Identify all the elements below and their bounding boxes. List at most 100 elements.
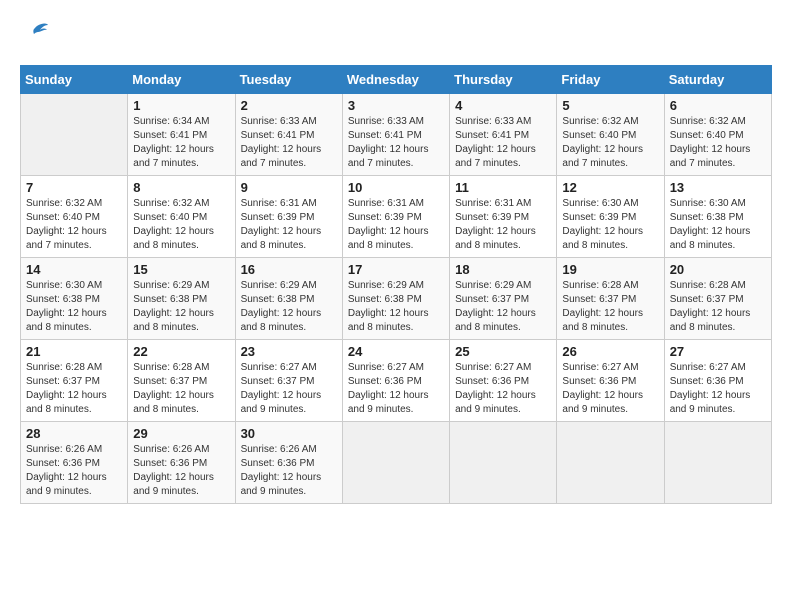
day-number: 30 bbox=[241, 426, 337, 441]
calendar-cell bbox=[557, 422, 664, 504]
calendar-week-row: 1 Sunrise: 6:34 AM Sunset: 6:41 PM Daylig… bbox=[21, 94, 772, 176]
calendar-cell: 18Sunrise: 6:29 AM Sunset: 6:37 PM Dayli… bbox=[450, 258, 557, 340]
day-number: 2 bbox=[241, 98, 337, 113]
day-number: 21 bbox=[26, 344, 122, 359]
calendar-table: SundayMondayTuesdayWednesdayThursdayFrid… bbox=[20, 65, 772, 504]
calendar-cell: 2 Sunrise: 6:33 AM Sunset: 6:41 PM Daylig… bbox=[235, 94, 342, 176]
day-number: 29 bbox=[133, 426, 229, 441]
day-info: Sunrise: 6:31 AM Sunset: 6:39 PM Dayligh… bbox=[348, 197, 444, 253]
calendar-week-row: 28 Sunrise: 6:26 AM Sunset: 6:36 PM Dayli… bbox=[21, 422, 772, 504]
day-number: 6 bbox=[670, 98, 766, 113]
day-number: 15 bbox=[133, 262, 229, 277]
calendar-cell: 19 Sunrise: 6:28 AM Sunset: 6:37 PM Dayli… bbox=[557, 258, 664, 340]
day-number: 23 bbox=[241, 344, 337, 359]
calendar-cell: 29Sunrise: 6:26 AM Sunset: 6:36 PM Dayli… bbox=[128, 422, 235, 504]
day-number: 1 bbox=[133, 98, 229, 113]
calendar-week-row: 7Sunrise: 6:32 AM Sunset: 6:40 PM Daylig… bbox=[21, 176, 772, 258]
day-info: Sunrise: 6:27 AM Sunset: 6:36 PM Dayligh… bbox=[670, 361, 766, 417]
day-info: Sunrise: 6:31 AM Sunset: 6:39 PM Dayligh… bbox=[455, 197, 551, 253]
calendar-cell: 17Sunrise: 6:29 AM Sunset: 6:38 PM Dayli… bbox=[342, 258, 449, 340]
day-info: Sunrise: 6:34 AM Sunset: 6:41 PM Dayligh… bbox=[133, 115, 229, 171]
day-info: Sunrise: 6:29 AM Sunset: 6:38 PM Dayligh… bbox=[348, 279, 444, 335]
day-number: 19 bbox=[562, 262, 658, 277]
day-info: Sunrise: 6:32 AM Sunset: 6:40 PM Dayligh… bbox=[670, 115, 766, 171]
day-info: Sunrise: 6:30 AM Sunset: 6:39 PM Dayligh… bbox=[562, 197, 658, 253]
day-info: Sunrise: 6:32 AM Sunset: 6:40 PM Dayligh… bbox=[26, 197, 122, 253]
calendar-cell: 21 Sunrise: 6:28 AM Sunset: 6:37 PM Dayli… bbox=[21, 340, 128, 422]
day-info: Sunrise: 6:33 AM Sunset: 6:41 PM Dayligh… bbox=[241, 115, 337, 171]
calendar-cell: 6 Sunrise: 6:32 AM Sunset: 6:40 PM Daylig… bbox=[664, 94, 771, 176]
day-info: Sunrise: 6:28 AM Sunset: 6:37 PM Dayligh… bbox=[26, 361, 122, 417]
page-header bbox=[20, 20, 772, 55]
day-info: Sunrise: 6:27 AM Sunset: 6:36 PM Dayligh… bbox=[348, 361, 444, 417]
calendar-cell: 22 Sunrise: 6:28 AM Sunset: 6:37 PM Dayli… bbox=[128, 340, 235, 422]
calendar-cell: 8 Sunrise: 6:32 AM Sunset: 6:40 PM Daylig… bbox=[128, 176, 235, 258]
calendar-cell: 9 Sunrise: 6:31 AM Sunset: 6:39 PM Daylig… bbox=[235, 176, 342, 258]
day-info: Sunrise: 6:31 AM Sunset: 6:39 PM Dayligh… bbox=[241, 197, 337, 253]
calendar-cell: 26Sunrise: 6:27 AM Sunset: 6:36 PM Dayli… bbox=[557, 340, 664, 422]
day-info: Sunrise: 6:26 AM Sunset: 6:36 PM Dayligh… bbox=[26, 443, 122, 499]
calendar-cell: 25 Sunrise: 6:27 AM Sunset: 6:36 PM Dayli… bbox=[450, 340, 557, 422]
day-number: 16 bbox=[241, 262, 337, 277]
calendar-cell: 30 Sunrise: 6:26 AM Sunset: 6:36 PM Dayli… bbox=[235, 422, 342, 504]
calendar-week-row: 21 Sunrise: 6:28 AM Sunset: 6:37 PM Dayli… bbox=[21, 340, 772, 422]
calendar-cell: 15 Sunrise: 6:29 AM Sunset: 6:38 PM Dayli… bbox=[128, 258, 235, 340]
day-info: Sunrise: 6:26 AM Sunset: 6:36 PM Dayligh… bbox=[241, 443, 337, 499]
weekday-header-saturday: Saturday bbox=[664, 66, 771, 94]
calendar-cell: 1 Sunrise: 6:34 AM Sunset: 6:41 PM Daylig… bbox=[128, 94, 235, 176]
calendar-cell: 5 Sunrise: 6:32 AM Sunset: 6:40 PM Daylig… bbox=[557, 94, 664, 176]
calendar-cell bbox=[450, 422, 557, 504]
weekday-header-wednesday: Wednesday bbox=[342, 66, 449, 94]
day-info: Sunrise: 6:33 AM Sunset: 6:41 PM Dayligh… bbox=[348, 115, 444, 171]
day-info: Sunrise: 6:32 AM Sunset: 6:40 PM Dayligh… bbox=[562, 115, 658, 171]
day-number: 14 bbox=[26, 262, 122, 277]
day-number: 12 bbox=[562, 180, 658, 195]
day-info: Sunrise: 6:28 AM Sunset: 6:37 PM Dayligh… bbox=[670, 279, 766, 335]
calendar-cell: 27 Sunrise: 6:27 AM Sunset: 6:36 PM Dayli… bbox=[664, 340, 771, 422]
weekday-header-sunday: Sunday bbox=[21, 66, 128, 94]
day-number: 3 bbox=[348, 98, 444, 113]
day-info: Sunrise: 6:29 AM Sunset: 6:38 PM Dayligh… bbox=[133, 279, 229, 335]
weekday-header-friday: Friday bbox=[557, 66, 664, 94]
calendar-cell: 12 Sunrise: 6:30 AM Sunset: 6:39 PM Dayli… bbox=[557, 176, 664, 258]
calendar-cell: 16 Sunrise: 6:29 AM Sunset: 6:38 PM Dayli… bbox=[235, 258, 342, 340]
day-info: Sunrise: 6:29 AM Sunset: 6:37 PM Dayligh… bbox=[455, 279, 551, 335]
weekday-header-row: SundayMondayTuesdayWednesdayThursdayFrid… bbox=[21, 66, 772, 94]
day-number: 26 bbox=[562, 344, 658, 359]
weekday-header-tuesday: Tuesday bbox=[235, 66, 342, 94]
calendar-cell: 24 Sunrise: 6:27 AM Sunset: 6:36 PM Dayli… bbox=[342, 340, 449, 422]
day-number: 8 bbox=[133, 180, 229, 195]
calendar-cell: 11 Sunrise: 6:31 AM Sunset: 6:39 PM Dayli… bbox=[450, 176, 557, 258]
day-number: 9 bbox=[241, 180, 337, 195]
logo-icon bbox=[20, 20, 50, 55]
day-info: Sunrise: 6:33 AM Sunset: 6:41 PM Dayligh… bbox=[455, 115, 551, 171]
day-number: 27 bbox=[670, 344, 766, 359]
calendar-cell: 13Sunrise: 6:30 AM Sunset: 6:38 PM Dayli… bbox=[664, 176, 771, 258]
day-number: 22 bbox=[133, 344, 229, 359]
logo bbox=[20, 20, 54, 55]
calendar-week-row: 14 Sunrise: 6:30 AM Sunset: 6:38 PM Dayli… bbox=[21, 258, 772, 340]
calendar-cell: 7Sunrise: 6:32 AM Sunset: 6:40 PM Daylig… bbox=[21, 176, 128, 258]
day-number: 11 bbox=[455, 180, 551, 195]
day-number: 10 bbox=[348, 180, 444, 195]
day-info: Sunrise: 6:32 AM Sunset: 6:40 PM Dayligh… bbox=[133, 197, 229, 253]
calendar-cell: 20 Sunrise: 6:28 AM Sunset: 6:37 PM Dayli… bbox=[664, 258, 771, 340]
calendar-cell: 10 Sunrise: 6:31 AM Sunset: 6:39 PM Dayli… bbox=[342, 176, 449, 258]
calendar-cell: 14 Sunrise: 6:30 AM Sunset: 6:38 PM Dayli… bbox=[21, 258, 128, 340]
day-info: Sunrise: 6:27 AM Sunset: 6:36 PM Dayligh… bbox=[455, 361, 551, 417]
day-info: Sunrise: 6:28 AM Sunset: 6:37 PM Dayligh… bbox=[133, 361, 229, 417]
day-number: 25 bbox=[455, 344, 551, 359]
day-info: Sunrise: 6:28 AM Sunset: 6:37 PM Dayligh… bbox=[562, 279, 658, 335]
calendar-cell bbox=[664, 422, 771, 504]
day-number: 4 bbox=[455, 98, 551, 113]
calendar-cell: 4 Sunrise: 6:33 AM Sunset: 6:41 PM Daylig… bbox=[450, 94, 557, 176]
day-number: 20 bbox=[670, 262, 766, 277]
calendar-cell: 23Sunrise: 6:27 AM Sunset: 6:37 PM Dayli… bbox=[235, 340, 342, 422]
day-info: Sunrise: 6:29 AM Sunset: 6:38 PM Dayligh… bbox=[241, 279, 337, 335]
day-info: Sunrise: 6:30 AM Sunset: 6:38 PM Dayligh… bbox=[26, 279, 122, 335]
day-number: 28 bbox=[26, 426, 122, 441]
day-number: 5 bbox=[562, 98, 658, 113]
calendar-cell: 28 Sunrise: 6:26 AM Sunset: 6:36 PM Dayli… bbox=[21, 422, 128, 504]
day-info: Sunrise: 6:30 AM Sunset: 6:38 PM Dayligh… bbox=[670, 197, 766, 253]
day-number: 24 bbox=[348, 344, 444, 359]
